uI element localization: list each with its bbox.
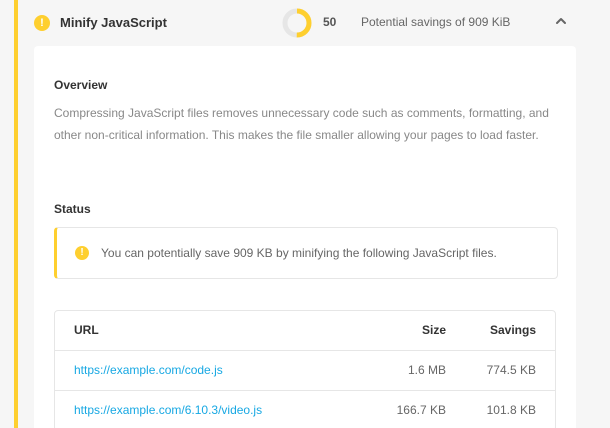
exclamation-circle-icon: ! [34,15,50,31]
table-header-row: URL Size Savings [55,311,555,350]
warning-accent-bar [14,0,18,428]
potential-savings: Potential savings of 909 KiB [361,15,511,29]
status-heading: Status [54,202,91,216]
info-circle-icon: ! [75,246,89,260]
file-savings: 774.5 KB [486,363,536,377]
file-savings: 101.8 KB [486,403,536,417]
file-url-link[interactable]: https://example.com/6.10.3/video.js [74,403,262,417]
file-size: 166.7 KB [396,403,446,417]
audit-title: Minify JavaScript [60,15,167,30]
overview-heading: Overview [54,78,108,92]
column-header-size: Size [421,323,446,337]
file-url-link[interactable]: https://example.com/code.js [74,363,223,377]
table-row: https://example.com/code.js 1.6 MB 774.5… [55,350,555,390]
table-row: https://example.com/6.10.3/video.js 166.… [55,390,555,428]
chevron-up-icon[interactable] [554,14,568,28]
score-ring-icon [282,8,312,38]
overview-text: Compressing JavaScript files removes unn… [54,106,549,142]
audit-details-card: Overview Compressing JavaScript files re… [34,46,576,428]
score-value: 50 [323,15,337,29]
audit-panel: ! Minify JavaScript 50 Potential savings… [0,0,610,428]
status-notice: ! You can potentially save 909 KB by min… [54,227,558,279]
file-size: 1.6 MB [407,363,446,377]
column-header-url: URL [74,323,99,337]
column-header-savings: Savings [489,323,536,337]
files-table: URL Size Savings https://example.com/cod… [54,310,556,428]
audit-header[interactable]: ! Minify JavaScript 50 Potential savings… [18,0,610,46]
notice-text: You can potentially save 909 KB by minif… [101,246,497,260]
